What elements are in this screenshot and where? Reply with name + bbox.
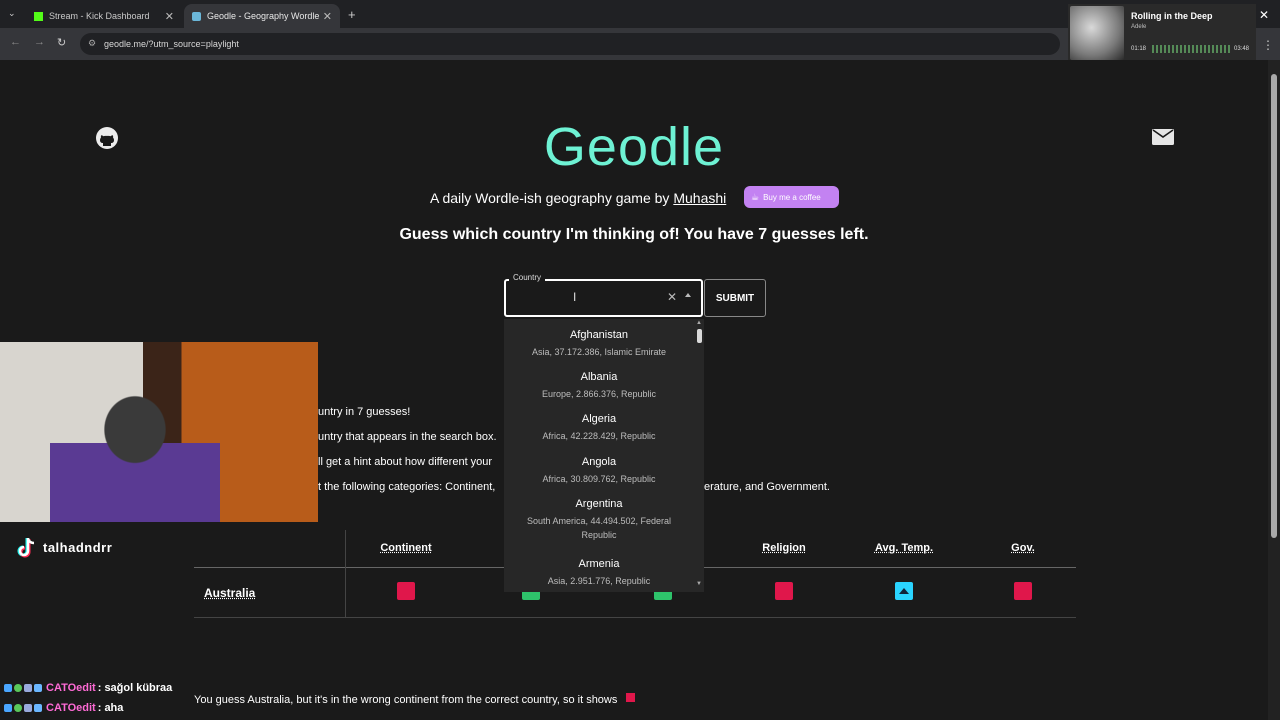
subtitle-text: A daily Wordle-ish geography game by <box>430 190 670 206</box>
site-info-icon[interactable]: ⚙ <box>88 38 96 49</box>
buy-me-a-coffee-button[interactable]: ☕ Buy me a coffee <box>744 186 839 208</box>
option-name: Afghanistan <box>569 329 629 341</box>
table-column-divider <box>345 530 346 618</box>
explanation-text: You guess Australia, but it's in the wro… <box>194 693 636 706</box>
guess-row-country[interactable]: Australia <box>204 586 255 600</box>
hint-continent-wrong <box>397 582 415 600</box>
page-scrollbar-thumb[interactable] <box>1271 74 1277 538</box>
address-bar[interactable]: ⚙ geodle.me/?utm_source=playlight <box>80 33 1060 55</box>
badge-icon <box>24 684 32 692</box>
forward-icon[interactable]: → <box>34 36 45 48</box>
menu-dots-icon[interactable]: ⋮ <box>1262 38 1274 52</box>
album-art <box>1070 6 1124 60</box>
coffee-label: Buy me a coffee <box>763 192 821 202</box>
url-text: geodle.me/?utm_source=playlight <box>104 39 239 49</box>
chat-user: CATOedit <box>46 702 96 714</box>
col-header-gov[interactable]: Gov. <box>983 542 1063 554</box>
dropdown-option[interactable]: Algeria Africa, 42.228.429, Republic <box>504 413 694 443</box>
howto-line-1: untry in 7 guesses! <box>318 406 411 418</box>
dropdown-option[interactable]: Argentina South America, 44.494.502, Fed… <box>509 498 689 542</box>
chat-message: CATOedit : aha <box>4 702 123 714</box>
option-info: Asia, 2.951.776, Republic <box>547 576 651 586</box>
col-header-avg-temp[interactable]: Avg. Temp. <box>864 542 944 554</box>
badge-icon <box>34 684 42 692</box>
howto-line-3: ll get a hint about how different your <box>318 456 493 468</box>
badge-icon <box>14 684 22 692</box>
dropdown-scroll-thumb[interactable] <box>697 329 702 343</box>
country-input[interactable] <box>512 288 662 308</box>
badge-icon <box>24 704 32 712</box>
option-info: Africa, 30.809.762, Republic <box>542 474 656 484</box>
kick-icon <box>34 11 43 21</box>
close-icon[interactable]: ✕ <box>165 10 174 23</box>
hint-religion-wrong <box>775 582 793 600</box>
badge-icon <box>14 704 22 712</box>
dropdown-scroll-down-icon[interactable]: ▼ <box>696 581 702 587</box>
collapse-arrow-icon[interactable] <box>685 293 691 297</box>
badge-icon <box>4 704 12 712</box>
option-name: Argentina <box>575 498 623 510</box>
col-header-religion[interactable]: Religion <box>744 542 824 554</box>
track-title: Rolling in the Deep <box>1131 11 1213 21</box>
time-total: 03:48 <box>1234 46 1250 52</box>
howto-line-4: t the following categories: Continent, <box>318 481 496 493</box>
clear-icon[interactable]: ✕ <box>667 290 677 304</box>
coffee-icon: ☕ <box>751 191 760 202</box>
dropdown-option[interactable]: Angola Africa, 30.809.762, Republic <box>504 456 694 486</box>
time-elapsed: 01:18 <box>1131 46 1147 52</box>
dropdown-option[interactable]: Albania Europe, 2.866.376, Republic <box>504 371 694 401</box>
text-cursor-icon: I <box>573 290 577 304</box>
back-icon[interactable]: ← <box>10 36 21 48</box>
dropdown-option[interactable]: Armenia Asia, 2.951.776, Republic <box>504 558 694 588</box>
tab-label: Stream - Kick Dashboard <box>49 11 150 21</box>
option-info: South America, 44.494.502, Federal Repub… <box>526 516 672 540</box>
submit-button[interactable]: SUBMIT <box>704 279 766 317</box>
red-square-icon <box>626 693 636 702</box>
badge-icon <box>4 684 12 692</box>
chat-user: CATOedit <box>46 682 96 694</box>
reload-icon[interactable]: ↻ <box>57 36 66 49</box>
new-tab-icon[interactable]: + <box>348 7 356 22</box>
option-info: Europe, 2.866.376, Republic <box>541 389 657 399</box>
author-link[interactable]: Muhashi <box>673 190 726 206</box>
country-dropdown: Afghanistan Asia, 37.172.386, Islamic Em… <box>504 319 704 592</box>
howto-line-4-end: erature, and Government. <box>704 481 830 493</box>
chat-message: CATOedit : sağol kübraa <box>4 682 172 694</box>
table-row-divider <box>194 617 1076 618</box>
howto-line-2: untry that appears in the search box. <box>318 431 497 443</box>
explanation-body: You guess Australia, but it's in the wro… <box>194 694 618 706</box>
tab-geodle[interactable]: Geodle - Geography Wordle ✕ <box>184 4 340 28</box>
subtitle: A daily Wordle-ish geography game by Muh… <box>430 190 726 206</box>
waveform[interactable] <box>1152 45 1230 53</box>
hint-temp-higher <box>895 582 913 600</box>
country-label: Country <box>509 273 546 282</box>
dropdown-option[interactable]: Afghanistan Asia, 37.172.386, Islamic Em… <box>504 329 694 359</box>
badge-icon <box>34 704 42 712</box>
option-name: Algeria <box>581 413 617 425</box>
option-name: Angola <box>581 456 617 468</box>
option-info: Africa, 42.228.429, Republic <box>542 431 656 441</box>
option-info: Asia, 37.172.386, Islamic Emirate <box>531 347 667 357</box>
col-header-continent[interactable]: Continent <box>366 542 446 554</box>
webcam-person <box>50 390 220 522</box>
tab-label: Geodle - Geography Wordle <box>207 11 320 21</box>
guess-prompt: Guess which country I'm thinking of! You… <box>399 226 869 243</box>
dropdown-scroll-up-icon[interactable]: ▲ <box>696 320 702 326</box>
option-name: Albania <box>580 371 618 383</box>
close-icon[interactable]: ✕ <box>1259 8 1269 22</box>
page-title: Geodle <box>543 117 725 177</box>
arrow-up-icon <box>899 588 909 594</box>
geodle-icon <box>192 11 201 21</box>
hint-gov-wrong <box>1014 582 1032 600</box>
chat-text: : aha <box>97 702 124 714</box>
tiktok-icon <box>17 537 35 558</box>
close-icon[interactable]: ✕ <box>323 10 332 23</box>
tab-search-icon[interactable]: ⌄ <box>8 8 16 19</box>
track-artist: Adele <box>1131 24 1147 30</box>
tab-kick-dashboard[interactable]: Stream - Kick Dashboard ✕ <box>26 4 182 28</box>
streamer-handle: talhadndrr <box>43 540 113 555</box>
chat-text: : sağol kübraa <box>97 682 173 694</box>
option-name: Armenia <box>578 558 620 570</box>
